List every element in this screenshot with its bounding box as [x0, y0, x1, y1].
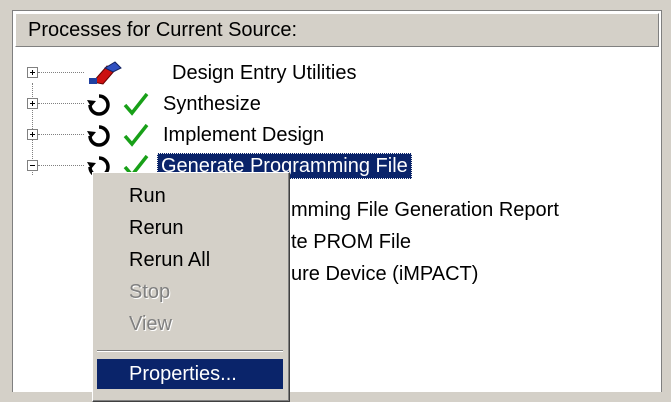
context-menu: Run Rerun Rerun All Stop View Properties… [92, 172, 290, 402]
menu-item-properties[interactable]: Properties... [97, 359, 283, 389]
tree-item-label: te PROM File [291, 231, 412, 253]
menu-item-rerun[interactable]: Rerun [97, 213, 283, 243]
menu-item-stop: Stop [129, 281, 171, 303]
tree-item-label: Synthesize [163, 93, 261, 115]
tree-item-label: Design Entry Utilities [172, 62, 357, 84]
design-entry-icon [89, 61, 122, 85]
menu-separator [97, 350, 283, 352]
tree-item-implement-design[interactable]: Implement Design [13, 120, 661, 150]
menu-item-rerun-all[interactable]: Rerun All [97, 245, 283, 275]
collapse-icon[interactable] [27, 160, 38, 171]
tree-item-label: mming File Generation Report [291, 199, 559, 221]
tree-item-label: Implement Design [163, 124, 325, 146]
tree-item-synthesize[interactable]: Synthesize [13, 89, 661, 119]
expand-icon[interactable] [27, 67, 38, 78]
expand-icon[interactable] [27, 129, 38, 140]
rerun-checkmark-icon [87, 123, 150, 148]
rerun-checkmark-icon [87, 92, 150, 117]
tree-item-design-entry-utilities[interactable]: Design Entry Utilities [13, 58, 661, 88]
tree-item-label: ure Device (iMPACT) [291, 263, 479, 285]
menu-item-view: View [129, 313, 172, 335]
menu-item-run[interactable]: Run [97, 181, 283, 211]
expand-icon[interactable] [27, 98, 38, 109]
